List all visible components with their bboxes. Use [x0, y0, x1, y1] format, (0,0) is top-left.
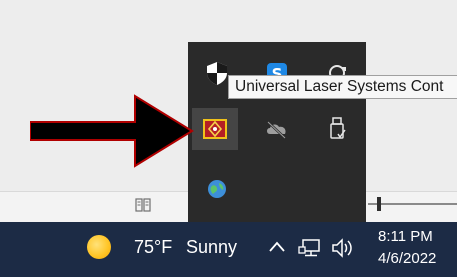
clock-date[interactable]: 4/6/2022: [378, 250, 457, 267]
hidden-icons-flyout: S: [188, 42, 366, 222]
zoom-slider-thumb[interactable]: [377, 197, 381, 211]
onedrive-offline-icon[interactable]: [254, 108, 300, 150]
globe-app-icon[interactable]: [194, 168, 240, 210]
volume-icon[interactable]: [331, 237, 357, 259]
zoom-slider-track[interactable]: [368, 203, 457, 205]
sun-icon[interactable]: [87, 235, 111, 259]
universal-laser-systems-icon[interactable]: [192, 108, 238, 150]
usb-eject-icon[interactable]: [314, 108, 360, 150]
chevron-up-icon[interactable]: [268, 239, 286, 253]
network-icon[interactable]: [298, 238, 322, 258]
clock-time[interactable]: 8:11 PM: [378, 228, 457, 245]
annotation-arrow-icon: [30, 94, 194, 168]
weather-temperature[interactable]: 75°F: [134, 235, 172, 259]
weather-condition[interactable]: Sunny: [186, 235, 237, 259]
taskbar: 75°F Sunny 8:11 PM 4/6/2022: [0, 222, 457, 277]
reading-view-icon[interactable]: [134, 196, 152, 214]
tray-icon-tooltip: Universal Laser Systems Cont: [228, 75, 457, 99]
